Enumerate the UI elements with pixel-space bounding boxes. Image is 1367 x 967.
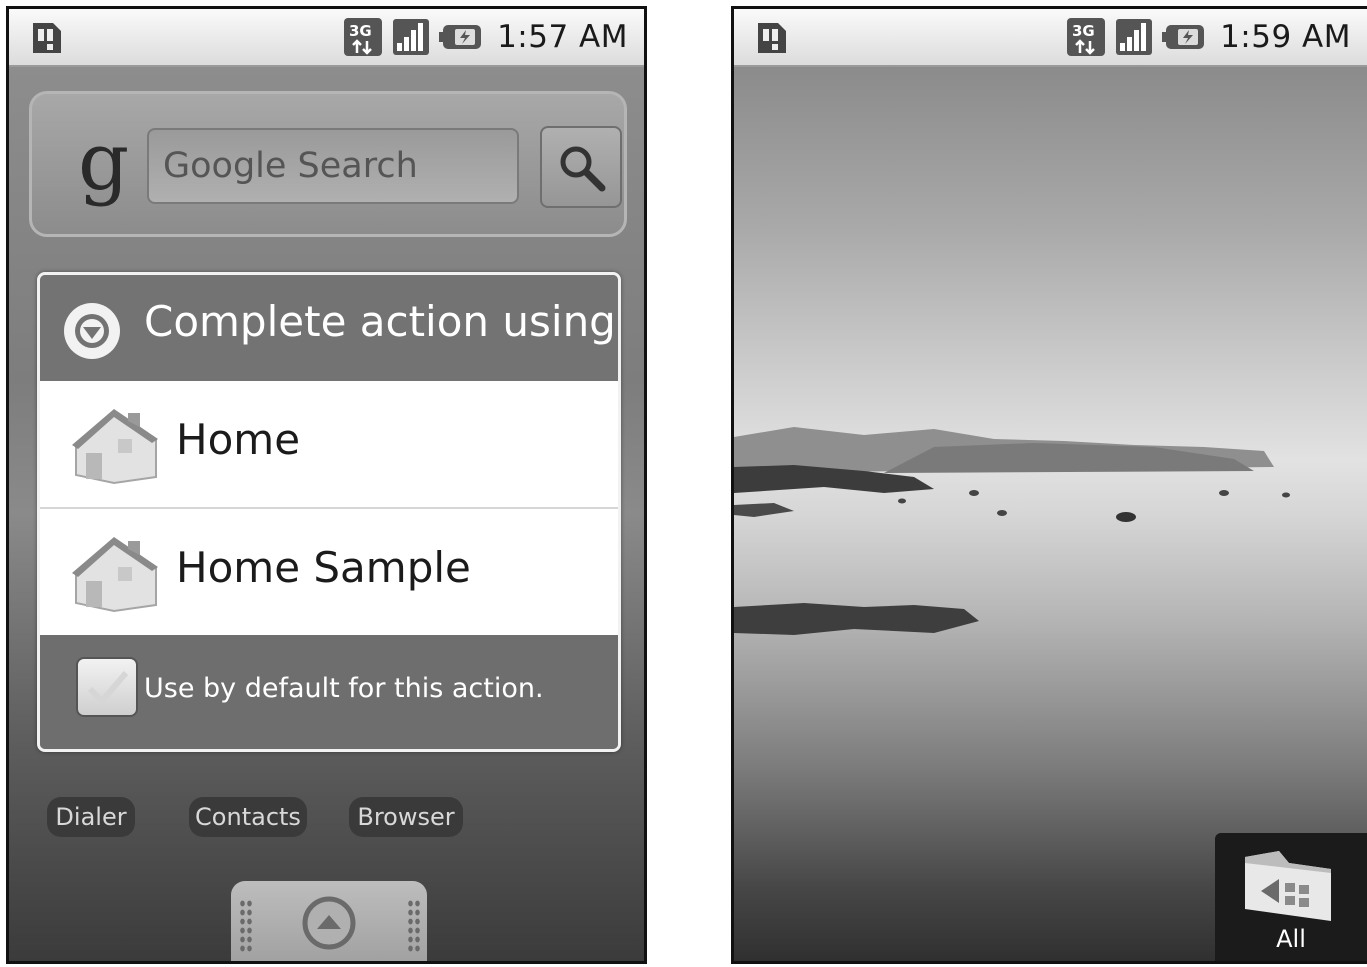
- status-clock: 1:59 AM: [1220, 19, 1351, 55]
- search-button[interactable]: [540, 126, 622, 208]
- home-icon: [72, 409, 158, 485]
- status-bar: 3G 1:57 AM: [9, 9, 644, 67]
- grip-dots: [407, 899, 421, 953]
- dialog-title: Complete action using: [144, 297, 616, 346]
- shoreline-rocks: [734, 427, 1290, 635]
- grip-dots: [239, 899, 253, 953]
- search-input[interactable]: Google Search: [147, 128, 519, 204]
- all-apps-label: All: [1276, 925, 1306, 953]
- browser-shortcut-label[interactable]: Browser: [349, 797, 463, 837]
- all-apps-button[interactable]: All: [1215, 833, 1367, 961]
- status-clock: 1:57 AM: [497, 19, 628, 55]
- app-drawer-handle[interactable]: [231, 881, 427, 961]
- svg-text:3G: 3G: [1072, 22, 1095, 40]
- dialog-header: Complete action using: [40, 275, 618, 381]
- svg-text:3G: 3G: [349, 22, 372, 40]
- lake-wallpaper: [734, 67, 1367, 961]
- dialog-footer: Use by default for this action.: [40, 635, 618, 749]
- alert-icon: [64, 303, 120, 359]
- option-home[interactable]: Home: [40, 381, 618, 507]
- contacts-shortcut-label[interactable]: Contacts: [189, 797, 307, 837]
- signal-strength-icon: [1116, 19, 1153, 55]
- sim-card-icon: [33, 23, 61, 53]
- use-by-default-label[interactable]: Use by default for this action.: [144, 673, 544, 704]
- google-logo: g: [78, 115, 130, 208]
- network-3g-icon: 3G: [344, 18, 383, 56]
- app-folder-icon: [1245, 851, 1331, 921]
- left-phone-screen: 3G 1:57 AM g Google Search Dialer Contac…: [6, 6, 647, 964]
- battery-charging-icon: [1162, 25, 1205, 49]
- option-home-sample[interactable]: Home Sample: [40, 509, 618, 635]
- option-label: Home: [176, 415, 301, 464]
- search-icon: [560, 146, 606, 192]
- dialer-shortcut-label[interactable]: Dialer: [47, 797, 135, 837]
- network-3g-icon: 3G: [1067, 18, 1106, 56]
- home-icon: [72, 537, 158, 613]
- battery-charging-icon: [439, 25, 482, 49]
- right-phone-screen: 3G 1:59 AM All: [731, 6, 1367, 964]
- checkmark-icon: [87, 671, 129, 706]
- status-bar: 3G 1:59 AM: [734, 9, 1367, 67]
- complete-action-dialog: Complete action using Home Home Sample U…: [37, 272, 621, 752]
- option-label: Home Sample: [176, 543, 471, 592]
- use-by-default-checkbox[interactable]: [76, 657, 138, 717]
- google-search-widget[interactable]: g Google Search: [29, 91, 627, 237]
- sim-card-icon: [758, 23, 786, 53]
- signal-strength-icon: [393, 19, 430, 55]
- chevron-up-icon: [302, 896, 356, 950]
